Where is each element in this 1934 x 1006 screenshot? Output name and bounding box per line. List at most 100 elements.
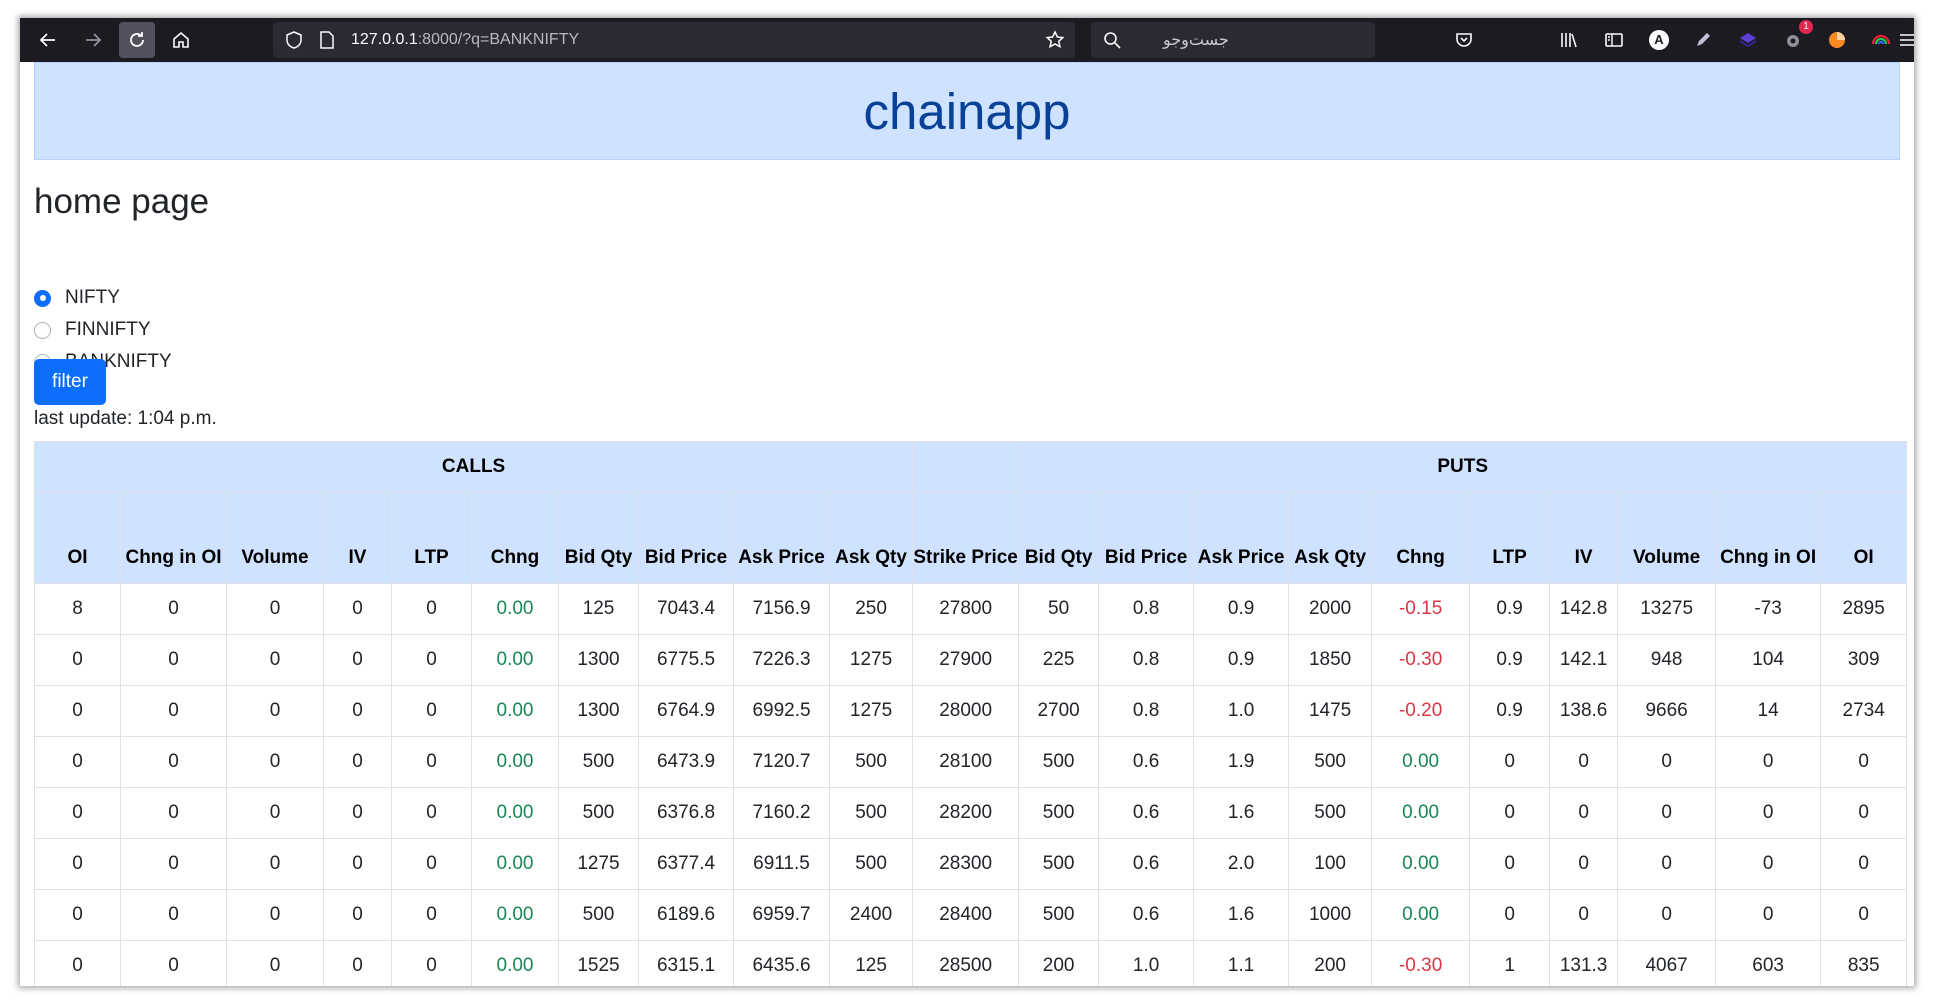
table-cell: 200: [1288, 940, 1373, 986]
table-cell: 6764.9: [638, 685, 734, 737]
filter-button[interactable]: filter: [34, 359, 106, 405]
table-cell: 500: [1288, 787, 1373, 839]
bookmark-star-icon[interactable]: [1045, 30, 1065, 50]
table-cell: 0: [391, 889, 472, 941]
page-title: home page: [34, 182, 210, 221]
shield-icon[interactable]: [285, 31, 303, 49]
table-cell: 6473.9: [638, 736, 734, 788]
table-cell: 50: [1018, 583, 1100, 635]
table-cell: 2895: [1820, 583, 1908, 635]
table-cell: 0: [1820, 838, 1908, 890]
table-cell: 0.00: [1371, 889, 1471, 941]
rainbow-icon: [1871, 34, 1891, 45]
url-text[interactable]: 127.0.0.1:8000/?q=BANKNIFTY: [351, 31, 579, 49]
radio-button-finnifty[interactable]: [34, 321, 51, 339]
table-cell: 0: [323, 889, 392, 941]
radio-label-nifty[interactable]: NIFTY: [65, 287, 120, 309]
table-cell: 0: [34, 634, 121, 686]
column-header: Bid Qty: [558, 492, 639, 584]
table-cell: 6189.6: [638, 889, 734, 941]
table-cell: 0: [1820, 889, 1908, 941]
strike-price-cell: 28300: [912, 838, 1020, 890]
table-cell: 1300: [558, 634, 639, 686]
app-title: chainapp: [863, 82, 1071, 140]
home-button[interactable]: [163, 22, 199, 58]
radio-button-nifty[interactable]: [34, 289, 51, 307]
radio-option-nifty[interactable]: NIFTY: [34, 284, 120, 312]
table-body: 8 0 0 0 0 0.00 125 7043.4 7156.9 250 27800 50 0.8 0.9…: [34, 583, 1908, 986]
table-cell: 7156.9: [733, 583, 830, 635]
column-header: Bid Qty: [1018, 492, 1100, 584]
stack-extension-button[interactable]: [1730, 22, 1766, 58]
table-cell: 0.00: [1371, 736, 1471, 788]
table-cell: 6435.6: [733, 940, 830, 986]
pen-extension-button[interactable]: [1685, 22, 1721, 58]
account-button[interactable]: A: [1641, 22, 1677, 58]
table-cell: 0: [1715, 838, 1822, 890]
column-header: Chng: [471, 492, 559, 584]
table-row: 0 0 0 0 0 0.00 1525 6315.1 6435.6 125 28500 200 1.0 1…: [34, 940, 1908, 986]
color-extension-button[interactable]: [1863, 22, 1899, 58]
table-cell: 0: [226, 736, 324, 788]
search-bar[interactable]: جست‌وجو: [1091, 22, 1375, 58]
pocket-button[interactable]: [1446, 22, 1482, 58]
menu-button[interactable]: [1900, 22, 1914, 58]
table-cell: 0: [226, 787, 324, 839]
table-cell: 0: [120, 940, 227, 986]
table-cell: 250: [828, 583, 914, 635]
table-cell: 0.00: [471, 838, 559, 890]
extension-gear-icon: [1787, 35, 1799, 47]
table-cell: 7120.7: [733, 736, 830, 788]
table-cell: 1.0: [1098, 940, 1195, 986]
timer-extension-button[interactable]: [1819, 22, 1855, 58]
reload-button[interactable]: [119, 22, 155, 58]
table-cell: 8: [34, 583, 121, 635]
column-header: Chng: [1371, 492, 1471, 584]
table-cell: 500: [1288, 736, 1373, 788]
table-cell: 0.8: [1098, 685, 1195, 737]
table-cell: 1: [1469, 940, 1551, 986]
table-cell: 2734: [1820, 685, 1908, 737]
table-cell: 0.00: [1371, 787, 1471, 839]
sidebar-button[interactable]: [1596, 22, 1632, 58]
back-button[interactable]: [30, 22, 66, 58]
url-host: 127.0.0.1: [351, 31, 418, 48]
library-button[interactable]: [1551, 22, 1587, 58]
notification-extension-button[interactable]: 1: [1775, 20, 1813, 58]
table-cell: 1850: [1288, 634, 1373, 686]
url-bar[interactable]: 127.0.0.1:8000/?q=BANKNIFTY: [273, 22, 1075, 58]
radio-option-finnifty[interactable]: FINNIFTY: [34, 316, 151, 344]
strike-price-cell: 27800: [912, 583, 1020, 635]
table-cell: 1300: [558, 685, 639, 737]
search-placeholder: جست‌وجو: [1163, 32, 1229, 49]
table-cell: 13275: [1617, 583, 1717, 635]
table-cell: 0: [1549, 838, 1619, 890]
table-cell: 0: [34, 838, 121, 890]
table-cell: 0: [120, 685, 227, 737]
table-cell: 0: [323, 838, 392, 890]
table-cell: 138.6: [1549, 685, 1619, 737]
table-cell: 0: [323, 787, 392, 839]
table-cell: 125: [828, 940, 914, 986]
table-cell: 0: [226, 940, 324, 986]
table-cell: 100: [1288, 838, 1373, 890]
pocket-icon: [1456, 33, 1472, 47]
table-cell: 0.9: [1469, 685, 1551, 737]
table-cell: 6315.1: [638, 940, 734, 986]
table-cell: 0: [1469, 889, 1551, 941]
radio-label-finnifty[interactable]: FINNIFTY: [65, 319, 151, 341]
table-cell: 1.6: [1193, 787, 1290, 839]
search-icon: [1104, 32, 1121, 49]
column-header: Bid Price: [638, 492, 734, 584]
table-cell: 6775.5: [638, 634, 734, 686]
table-cell: 2000: [1288, 583, 1373, 635]
forward-button[interactable]: [75, 22, 111, 58]
table-cell: 6992.5: [733, 685, 830, 737]
table-cell: 0.8: [1098, 583, 1195, 635]
page-icon[interactable]: [319, 31, 335, 49]
table-cell: 104: [1715, 634, 1822, 686]
table-cell: 0: [226, 685, 324, 737]
table-cell: 0: [1820, 787, 1908, 839]
table-cell: 0: [391, 634, 472, 686]
orange-circle-icon: [1829, 32, 1845, 48]
